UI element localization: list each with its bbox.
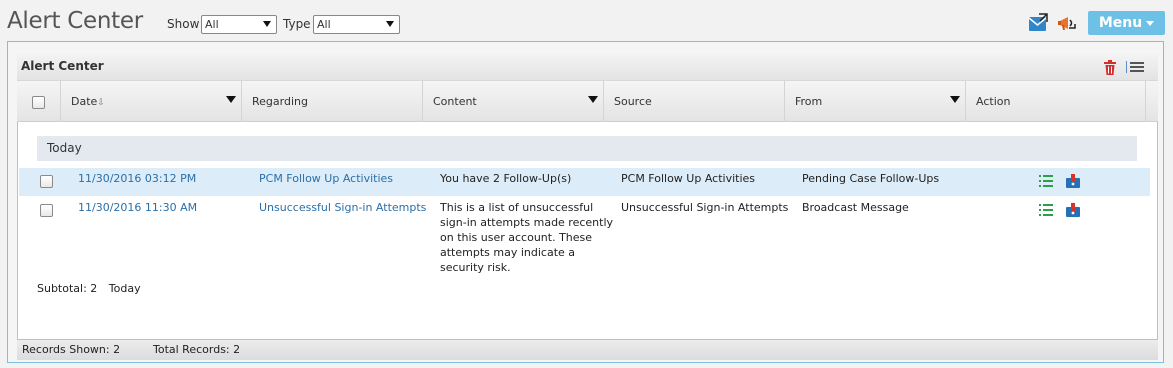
content-line: This is a list of unsuccessful (440, 201, 594, 214)
row-source: PCM Follow Up Activities (621, 172, 756, 185)
column-options-icon[interactable] (1126, 61, 1144, 73)
records-shown: Records Shown: 2 (22, 343, 121, 356)
row-from: Broadcast Message (802, 201, 909, 214)
row-checkbox[interactable] (40, 175, 53, 188)
table-row[interactable]: 11/30/2016 03:12 PM PCM Follow Up Activi… (19, 168, 1150, 196)
col-action: Action (966, 81, 1146, 122)
show-select[interactable]: All (201, 15, 277, 34)
col-date-label: Date (71, 95, 98, 108)
alert-mailbox-icon[interactable] (1066, 203, 1080, 217)
alert-mailbox-icon[interactable] (1066, 174, 1080, 188)
group-subtotal: Subtotal: 2 Today (37, 282, 141, 295)
col-from-label: From (795, 95, 823, 108)
details-list-icon[interactable] (1039, 174, 1053, 188)
panel-header: Alert Center (17, 53, 1158, 80)
broadcast-icon[interactable] (1057, 13, 1077, 33)
type-label: Type (283, 17, 311, 31)
content-line: on this user account. These (440, 231, 593, 244)
sort-icon: ⇩ (97, 98, 105, 108)
show-select-value: All (205, 18, 219, 31)
subtotal-count: Subtotal: 2 (37, 282, 98, 295)
trash-icon[interactable] (1104, 60, 1116, 75)
select-all-column (17, 81, 61, 122)
filter-icon[interactable] (950, 96, 960, 103)
col-from[interactable]: From (785, 81, 966, 122)
type-select[interactable]: All (313, 15, 400, 34)
page-title: Alert Center (7, 8, 143, 34)
menu-button[interactable]: Menu (1088, 11, 1165, 35)
send-message-icon[interactable] (1028, 13, 1048, 33)
group-label: Today (47, 141, 82, 155)
row-source: Unsuccessful Sign-in Attempts (621, 201, 789, 214)
select-all-checkbox[interactable] (32, 95, 45, 109)
col-date[interactable]: Date⇩ (61, 81, 242, 122)
total-records: Total Records: 2 (153, 343, 241, 356)
row-regarding-link[interactable]: Unsuccessful Sign-in Attempts (259, 200, 426, 215)
alert-panel: Alert Center Date⇩ Regarding Content Sou… (7, 41, 1164, 363)
col-regarding-label: Regarding (252, 95, 308, 108)
grid-header: Date⇩ Regarding Content Source From Acti… (17, 80, 1158, 122)
table-row[interactable]: 11/30/2016 11:30 AM Unsuccessful Sign-in… (19, 197, 1150, 277)
row-content: You have 2 Follow-Up(s) (440, 172, 572, 185)
col-action-label: Action (976, 95, 1011, 108)
row-checkbox[interactable] (40, 204, 53, 217)
grid-body: Today 11/30/2016 03:12 PM PCM Follow Up … (17, 122, 1158, 340)
content-line: attempts may indicate a (440, 246, 576, 259)
panel-title: Alert Center (21, 59, 104, 73)
filter-icon[interactable] (226, 96, 236, 103)
content-line: sign-in attempts made recently (440, 216, 614, 229)
col-content[interactable]: Content (423, 81, 604, 122)
subtotal-group: Today (108, 282, 141, 295)
row-date-link[interactable]: 11/30/2016 03:12 PM (78, 171, 196, 186)
row-from: Pending Case Follow-Ups (802, 172, 940, 185)
col-source[interactable]: Source (604, 81, 785, 122)
col-regarding[interactable]: Regarding (242, 81, 423, 122)
filter-icon[interactable] (588, 96, 598, 103)
chevron-down-icon (386, 21, 394, 27)
group-header[interactable]: Today (37, 136, 1137, 161)
type-select-value: All (317, 18, 331, 31)
row-content: This is a list of unsuccessful sign-in a… (440, 200, 615, 275)
show-label: Show (167, 17, 200, 31)
content-line: security risk. (440, 261, 511, 274)
chevron-down-icon (263, 21, 271, 27)
col-content-label: Content (433, 95, 477, 108)
row-regarding-link[interactable]: PCM Follow Up Activities (259, 171, 393, 186)
menu-button-label: Menu (1098, 15, 1143, 31)
grid-footer: Records Shown: 2 Total Records: 2 (17, 340, 1158, 360)
chevron-down-icon (1146, 20, 1155, 26)
details-list-icon[interactable] (1039, 203, 1053, 217)
col-source-label: Source (614, 95, 652, 108)
row-date-link[interactable]: 11/30/2016 11:30 AM (78, 200, 197, 215)
